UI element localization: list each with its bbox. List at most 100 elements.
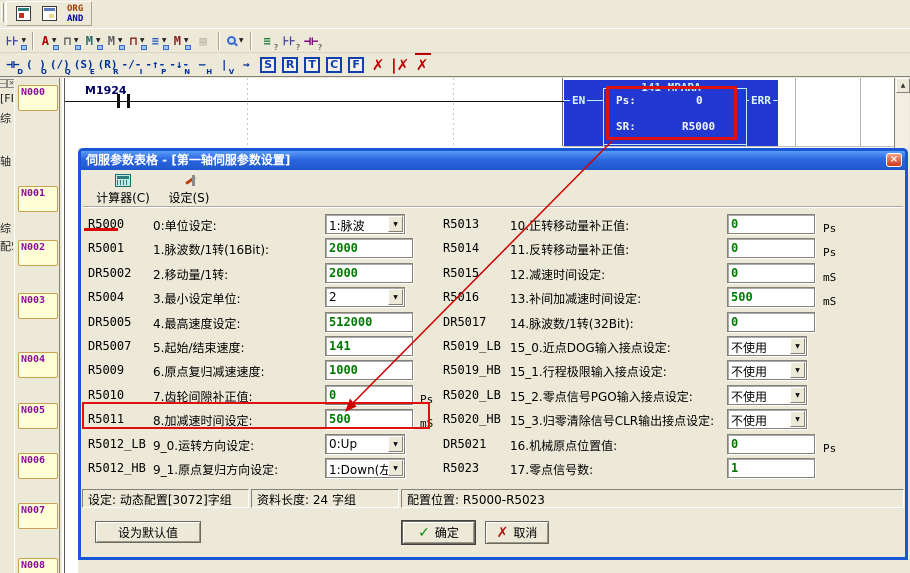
rung-header-n001[interactable]: N001 [18, 186, 58, 212]
contact-no-button[interactable]: ⊣⊢D [2, 54, 24, 75]
ladder-symbol-window-button[interactable] [38, 4, 62, 25]
coil-set-button[interactable]: (S)E [72, 54, 96, 75]
left-parameter-column: R50000:单位设定:1:脉波▼R50011.脉波数/1转(16Bit):20… [88, 214, 440, 489]
dropdown-button[interactable]: ▼ [790, 387, 805, 403]
monitor-contact-a-button[interactable]: ⊓▼ [126, 30, 148, 51]
dropdown-button[interactable]: ▼ [790, 362, 805, 378]
toolbar-grip[interactable] [1, 3, 4, 22]
dropdown-button[interactable]: ▼ [388, 216, 403, 232]
contact-symbol[interactable] [127, 94, 130, 108]
rung-header-n002[interactable]: N002 [18, 240, 58, 266]
dropdown-button[interactable]: ▼ [388, 460, 403, 476]
param-input[interactable]: 2000 [325, 263, 413, 283]
menu-settings[interactable]: 设定(S) [163, 174, 215, 206]
instruction-f-button[interactable]: F [345, 54, 367, 75]
monitor-list-button[interactable]: ≡▼ [148, 30, 170, 51]
data-card-button[interactable]: ▤ [192, 30, 214, 51]
status-rung-button[interactable]: ⊦⊦? [278, 30, 300, 51]
param-input[interactable]: 2000 [325, 238, 413, 258]
coil-out-button[interactable]: ( )O [24, 54, 48, 75]
instruction-r-button[interactable]: R [279, 54, 301, 75]
param-input[interactable]: 500 [727, 287, 815, 307]
rung-header-n005[interactable]: N005 [18, 403, 58, 429]
ok-button[interactable]: ✓ 确定 [402, 521, 475, 544]
dock-minimize-button[interactable]: — [0, 79, 7, 88]
param-input[interactable]: 1 [727, 458, 815, 478]
toolbar-separator [250, 32, 252, 50]
mnemonic-letter: P [161, 68, 166, 76]
param-input[interactable]: 141 [325, 336, 413, 356]
monitor-contact-button[interactable]: ⊓▼ [60, 30, 82, 51]
rung-header-n006[interactable]: N006 [18, 453, 58, 479]
monitor-register-button[interactable]: M▼ [170, 30, 192, 51]
monitor-device-button[interactable]: M▼ [82, 30, 104, 51]
servo-parameter-dialog: 伺服参数表格 - [第一轴伺服参数设置] × 计算器(C) 设定(S) R500… [78, 148, 908, 560]
param-select[interactable]: 不使用 ▼ [727, 360, 807, 380]
set-default-button[interactable]: 设为默认值 [95, 521, 201, 543]
instruction-s-button[interactable]: S [257, 54, 279, 75]
param-input[interactable]: 0 [727, 214, 815, 234]
param-input[interactable]: 512000 [325, 312, 413, 332]
close-icon[interactable]: × [886, 153, 902, 167]
dialog-titlebar[interactable]: 伺服参数表格 - [第一轴伺服参数设置] [81, 151, 905, 170]
edit-comment-button[interactable]: A▼ [38, 30, 60, 51]
vertical-scrollbar[interactable]: ▲ [894, 78, 909, 148]
dropdown-button[interactable]: ▼ [388, 436, 403, 452]
annotation-box-mpara [606, 86, 737, 140]
dropdown-button[interactable]: ▼ [388, 289, 403, 305]
param-select[interactable]: 不使用▼ [727, 336, 807, 356]
scroll-up-button[interactable]: ▲ [896, 78, 910, 93]
delete-vertical-button[interactable]: |✗ [389, 54, 411, 75]
rung-header-n008[interactable]: N008 [18, 558, 58, 573]
param-input[interactable]: 0 [727, 238, 815, 258]
coil-reset-button[interactable]: (R)R [96, 54, 120, 75]
grid-line [795, 78, 796, 146]
register-name: R5013 [443, 217, 479, 231]
param-input[interactable]: 1000 [325, 360, 413, 380]
param-select[interactable]: 不使用▼ [727, 385, 807, 405]
param-select[interactable]: 2▼ [325, 287, 405, 307]
monitor-chip [163, 45, 169, 50]
insert-rung-button[interactable]: ⊦⊦▼ [4, 30, 28, 51]
param-select[interactable]: 0:Up▼ [325, 434, 405, 454]
rising-edge-button[interactable]: -↑-P [143, 54, 167, 75]
monitor-timer-button[interactable]: M▼ [104, 30, 126, 51]
param-select[interactable]: 不使用▼ [727, 409, 807, 429]
monitor-contact-icon: ⊓ [64, 34, 71, 48]
input-value: 0 [731, 315, 738, 329]
falling-edge-button[interactable]: -↓-N [167, 54, 191, 75]
status-contact-button[interactable]: ⊣⊢? [300, 30, 322, 51]
rung-header-n003[interactable]: N003 [18, 293, 58, 319]
cancel-button[interactable]: ✗ 取消 [485, 521, 549, 544]
delete-button[interactable]: ✗ [367, 54, 389, 75]
arrow-line-button[interactable]: → [235, 54, 257, 75]
coil-not-button[interactable]: (/)Q [48, 54, 72, 75]
status-list-button[interactable]: ≡? [256, 30, 278, 51]
rung-header-n000[interactable]: N000 [18, 85, 58, 111]
io-comment-button[interactable] [12, 4, 36, 25]
horizontal-line-button[interactable]: —H [191, 54, 213, 75]
rung-label: N006 [21, 455, 45, 466]
vertical-line-button[interactable]: |V [213, 54, 235, 75]
param-input[interactable]: 0 [727, 434, 815, 454]
dropdown-button[interactable]: ▼ [790, 338, 805, 354]
find-monitor-button[interactable]: ▼ [224, 30, 246, 51]
grid-line [562, 78, 563, 146]
instruction-t-button[interactable]: T [301, 54, 323, 75]
rung-header-n007[interactable]: N007 [18, 503, 58, 529]
param-select[interactable]: 1:脉波▼ [325, 214, 405, 234]
contact-symbol[interactable] [117, 94, 120, 108]
rung-header-n004[interactable]: N004 [18, 352, 58, 378]
contact-not-button[interactable]: -/-I [120, 54, 144, 75]
dropdown-button[interactable]: ▼ [790, 411, 805, 427]
param-label: 17.零点信号数: [510, 461, 593, 478]
param-row-r5020_lb: R5020_LB15_2.零点信号PGO输入接点设定:不使用▼ [443, 385, 903, 409]
selected-value: 不使用 [731, 363, 767, 380]
param-select[interactable]: 1:Down(左)▼ [325, 458, 405, 478]
param-input[interactable]: 0 [727, 263, 815, 283]
menu-calculator[interactable]: 计算器(C) [91, 174, 155, 206]
register-name: R5015 [443, 266, 479, 280]
instruction-c-button[interactable]: C [323, 54, 345, 75]
param-input[interactable]: 0 [727, 312, 815, 332]
delete-line-button[interactable]: ✗ [411, 54, 433, 75]
